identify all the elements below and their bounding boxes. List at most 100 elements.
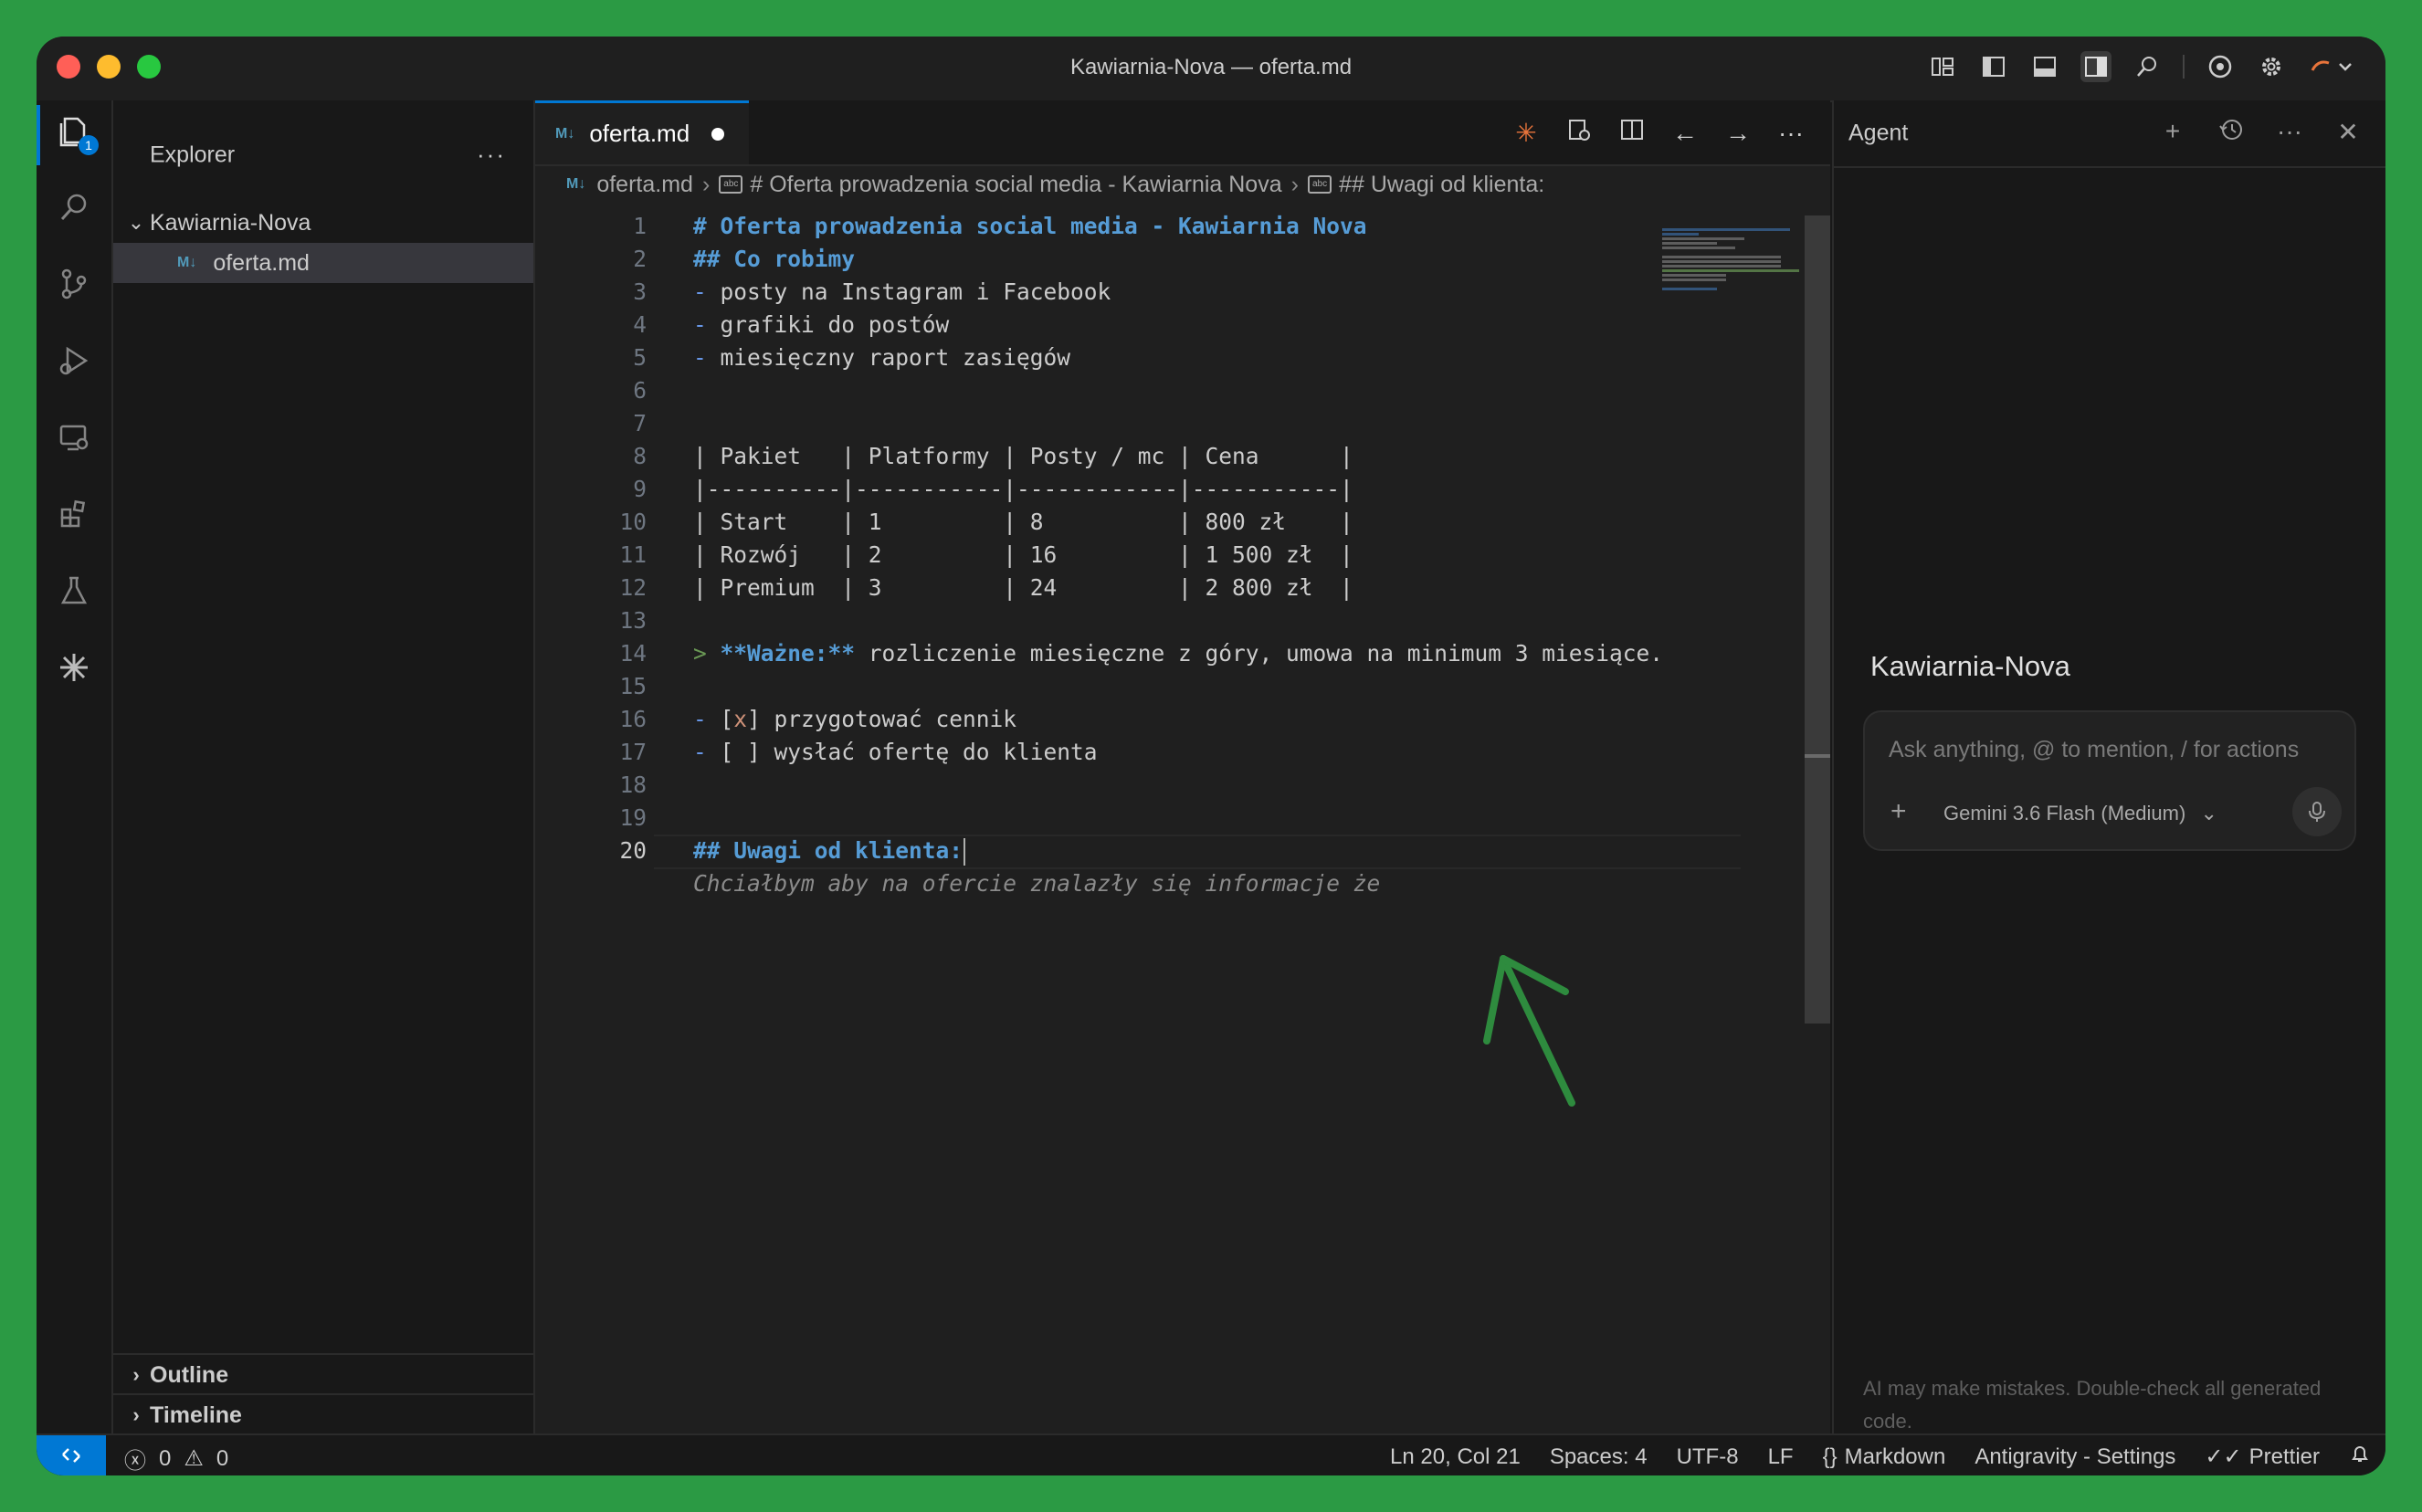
toggle-secondary-sidebar-icon[interactable] — [2080, 51, 2111, 82]
breadcrumb-file[interactable]: oferta.md — [596, 172, 693, 198]
tab-oferta-md[interactable]: M↓ oferta.md — [535, 100, 749, 164]
history-icon[interactable] — [2216, 117, 2247, 149]
account-menu-icon[interactable] — [2307, 51, 2358, 82]
add-context-plus-icon[interactable]: + — [1890, 796, 1907, 827]
agent-actions: + ··· ✕ — [2157, 117, 2364, 149]
prettier-status[interactable]: ✓✓ Prettier — [2205, 1444, 2320, 1470]
indentation[interactable]: Spaces: 4 — [1550, 1444, 1648, 1470]
model-selector[interactable]: Gemini 3.6 Flash (Medium) ⌄ — [1943, 802, 2217, 825]
navigate-forward-icon[interactable]: → — [1722, 119, 1753, 148]
close-icon[interactable]: ✕ — [2332, 117, 2364, 149]
agent-spark-icon[interactable] — [51, 645, 97, 690]
encoding[interactable]: UTF-8 — [1677, 1444, 1739, 1470]
file-oferta-md[interactable]: M↓ oferta.md — [113, 243, 533, 283]
code-line[interactable]: 3 - posty na Instagram i Facebook — [535, 276, 1668, 309]
source-control-icon[interactable] — [51, 261, 97, 307]
warning-count: 0 — [216, 1445, 229, 1471]
code-line[interactable]: 5 - miesięczny raport zasięgów — [535, 341, 1668, 374]
code-line[interactable]: 17 - [ ] wysłać ofertę do klienta — [535, 736, 1668, 769]
code-line[interactable]: 7 — [535, 407, 1668, 440]
line-number: 16 — [619, 706, 647, 732]
code-line[interactable]: 8 | Pakiet | Platformy | Posty / mc | Cen… — [535, 440, 1668, 473]
explorer-icon[interactable]: 1 — [51, 108, 99, 155]
folder-kawiarnia-nova[interactable]: ⌄ Kawiarnia-Nova — [113, 203, 533, 243]
text-cursor — [964, 838, 966, 866]
search-icon[interactable] — [51, 184, 97, 230]
code-line[interactable]: 20 ## Uwagi od klienta: — [535, 835, 1741, 869]
line-number: 19 — [619, 804, 647, 831]
split-editor-icon[interactable] — [1616, 117, 1648, 149]
prettier-label: Prettier — [2248, 1444, 2320, 1469]
testing-flask-icon[interactable] — [51, 568, 97, 614]
line-number: 8 — [633, 443, 647, 469]
minimap[interactable] — [1662, 228, 1799, 320]
code-line[interactable]: 11 | Rozwój | 2 | 16 | 1 500 zł | — [535, 539, 1668, 572]
vertical-scrollbar[interactable] — [1805, 215, 1830, 1024]
code-token: [ — [706, 706, 734, 732]
line-number: 12 — [619, 574, 647, 601]
breadcrumb-symbol-2[interactable]: ## Uwagi od klienta: — [1339, 172, 1544, 198]
markdown-file-icon: M↓ — [177, 255, 197, 270]
code-line[interactable]: 10 | Start | 1 | 8 | 800 zł | — [535, 506, 1668, 539]
inline-suggestion[interactable]: Chciałbym aby na ofercie znalazły się in… — [535, 867, 1668, 900]
code-line[interactable]: 1 # Oferta prowadzenia social media - Kaw… — [535, 210, 1668, 243]
code-line[interactable]: 19 — [535, 802, 1668, 835]
cursor-position[interactable]: Ln 20, Col 21 — [1390, 1444, 1521, 1470]
toggle-panel-icon[interactable] — [2029, 51, 2060, 82]
code-token: **Ważne:** — [706, 640, 856, 667]
line-text: - [ ] wysłać ofertę do klienta — [693, 736, 1098, 769]
explorer-badge: 1 — [79, 135, 99, 155]
unsaved-dot-icon[interactable] — [711, 127, 725, 141]
breadcrumb: M↓ oferta.md › abc # Oferta prowadzenia … — [535, 164, 1830, 205]
line-text: - miesięczny raport zasięgów — [693, 341, 1070, 374]
more-actions-icon[interactable]: ··· — [2274, 117, 2305, 149]
model-label: Gemini 3.6 Flash (Medium) — [1943, 802, 2186, 824]
remote-explorer-icon[interactable] — [51, 415, 97, 460]
extensions-icon[interactable] — [51, 491, 97, 537]
code-line[interactable]: 6 — [535, 374, 1668, 407]
microphone-button[interactable] — [2292, 787, 2342, 836]
line-text: - grafiki do postów — [693, 309, 949, 341]
chevron-down-icon: ⌄ — [2200, 802, 2217, 824]
code-token: |----------|-----------|------------|---… — [693, 476, 1353, 502]
code-token: # Oferta prowadzenia social media - Kawi… — [693, 213, 1367, 239]
navigate-back-icon[interactable]: ← — [1669, 119, 1701, 148]
language-mode[interactable]: {} Markdown — [1823, 1444, 1946, 1470]
code-line[interactable]: 13 — [535, 604, 1668, 637]
problems-indicator[interactable]: ⓧ 0 ⚠ 0 — [124, 1443, 228, 1475]
code-line[interactable]: 15 — [535, 670, 1668, 703]
new-chat-plus-icon[interactable]: + — [2157, 117, 2188, 149]
customize-layout-icon[interactable] — [1927, 51, 1958, 82]
agent-title: Agent — [1848, 120, 1909, 146]
timeline-section[interactable]: › Timeline — [113, 1393, 533, 1435]
code-line[interactable]: 9 |----------|-----------|------------|--… — [535, 473, 1668, 506]
settings-status[interactable]: Antigravity - Settings — [1974, 1444, 2175, 1470]
settings-gear-icon[interactable] — [2256, 51, 2287, 82]
code-line[interactable]: 12 | Premium | 3 | 24 | 2 800 zł | — [535, 572, 1668, 604]
end-of-line[interactable]: LF — [1768, 1444, 1794, 1470]
open-preview-icon[interactable] — [1564, 117, 1595, 149]
search-icon[interactable] — [2132, 51, 2163, 82]
title-bar-divider — [2183, 55, 2185, 79]
line-number: 4 — [633, 311, 647, 338]
browser-icon[interactable] — [2205, 51, 2236, 82]
agent-chat-input[interactable] — [1887, 736, 2329, 764]
line-number: 11 — [619, 541, 647, 568]
code-editor[interactable]: 1 # Oferta prowadzenia social media - Kaw… — [535, 210, 1741, 900]
code-line[interactable]: 16 - [x] przygotować cennik — [535, 703, 1668, 736]
toggle-primary-sidebar-icon[interactable] — [1978, 51, 2009, 82]
code-line[interactable]: 4 - grafiki do postów — [535, 309, 1668, 341]
more-actions-icon[interactable]: ··· — [1775, 119, 1806, 148]
remote-indicator-icon[interactable] — [37, 1435, 106, 1475]
code-line[interactable]: 14 > **Ważne:** rozliczenie miesięczne z … — [535, 637, 1668, 670]
run-and-debug-icon[interactable] — [51, 338, 97, 383]
code-line[interactable]: 2 ## Co robimy — [535, 243, 1668, 276]
ai-spark-icon[interactable]: ✳ — [1511, 118, 1542, 148]
breadcrumb-symbol-1[interactable]: # Oferta prowadzenia social media - Kawi… — [750, 172, 1281, 198]
notifications-bell-icon[interactable] — [2349, 1443, 2371, 1471]
outline-section[interactable]: › Outline — [113, 1353, 533, 1395]
code-line[interactable]: 18 — [535, 769, 1668, 802]
more-actions-icon[interactable]: ··· — [477, 141, 506, 169]
chevron-down-icon: ⌄ — [127, 211, 145, 234]
code-token: posty na Instagram i Facebook — [706, 278, 1111, 305]
